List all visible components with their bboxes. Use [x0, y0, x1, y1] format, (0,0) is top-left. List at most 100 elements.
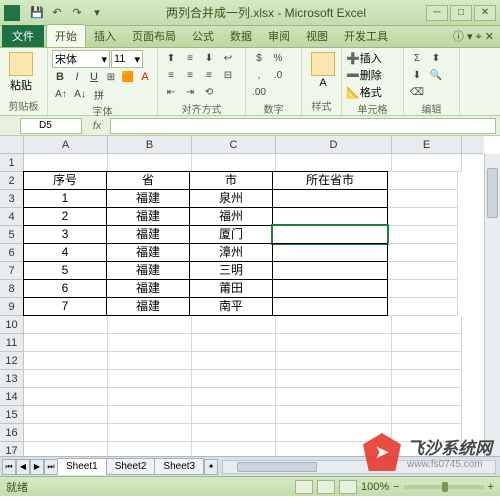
cell[interactable]: 福建	[106, 279, 190, 298]
cells-area[interactable]: 序号省市所在省市1福建泉州2福建福州3福建厦门4福建漳州5福建三明6福建莆田7福…	[24, 154, 484, 456]
sort-button[interactable]: ⬍	[427, 50, 445, 66]
row-header[interactable]: 1	[0, 154, 23, 172]
cell[interactable]	[108, 334, 192, 352]
cell[interactable]: 泉州	[189, 189, 273, 208]
cell[interactable]	[272, 243, 388, 262]
insert-button[interactable]: ➕插入	[346, 50, 399, 66]
new-sheet-button[interactable]: ✦	[204, 459, 218, 475]
delete-button[interactable]: ➖删除	[346, 67, 399, 83]
cell[interactable]: 7	[23, 297, 107, 316]
cell[interactable]	[192, 154, 276, 172]
cell[interactable]	[272, 297, 388, 316]
row-header[interactable]: 9	[0, 298, 23, 316]
format-button[interactable]: 📐格式	[346, 84, 399, 100]
align-left-button[interactable]: ≡	[162, 67, 180, 83]
sheet-tab[interactable]: Sheet2	[106, 458, 156, 475]
cell[interactable]	[276, 388, 392, 406]
align-center-button[interactable]: ≡	[181, 67, 199, 83]
percent-button[interactable]: %	[269, 50, 287, 66]
row-header[interactable]: 3	[0, 190, 23, 208]
row-header[interactable]: 15	[0, 406, 23, 424]
cell[interactable]	[24, 316, 108, 334]
sheet-prev-button[interactable]: ◀	[16, 459, 30, 475]
tab-review[interactable]: 审阅	[260, 25, 298, 47]
sheet-next-button[interactable]: ▶	[30, 459, 44, 475]
row-header[interactable]: 7	[0, 262, 23, 280]
save-icon[interactable]: 💾	[28, 4, 46, 22]
cell[interactable]	[276, 154, 392, 172]
cell[interactable]	[392, 154, 462, 172]
cell[interactable]	[108, 424, 192, 442]
cell[interactable]: 福建	[106, 261, 190, 280]
font-size-combo[interactable]: 11▾	[111, 50, 143, 68]
qat-more-icon[interactable]: ▾	[88, 4, 106, 22]
cell[interactable]	[108, 316, 192, 334]
redo-icon[interactable]: ↷	[68, 4, 86, 22]
row-header[interactable]: 12	[0, 352, 23, 370]
cell[interactable]: 1	[23, 189, 107, 208]
cell[interactable]	[192, 370, 276, 388]
bold-button[interactable]: B	[52, 69, 68, 85]
row-header[interactable]: 17	[0, 442, 23, 456]
cell[interactable]	[24, 406, 108, 424]
row-header[interactable]: 14	[0, 388, 23, 406]
cell[interactable]	[392, 352, 462, 370]
cell[interactable]: 南平	[189, 297, 273, 316]
fill-color-button[interactable]: 🟧	[120, 69, 136, 85]
cell[interactable]	[108, 352, 192, 370]
phonetic-button[interactable]: 拼	[90, 86, 108, 102]
tab-layout[interactable]: 页面布局	[124, 25, 184, 47]
cell[interactable]	[388, 190, 458, 208]
cell[interactable]: 3	[23, 225, 107, 244]
cell[interactable]	[388, 226, 458, 244]
select-all-corner[interactable]	[0, 136, 24, 154]
cell[interactable]	[388, 172, 458, 190]
maximize-button[interactable]: □	[450, 5, 472, 21]
cell[interactable]	[392, 388, 462, 406]
cell[interactable]	[276, 352, 392, 370]
align-right-button[interactable]: ≡	[200, 67, 218, 83]
find-button[interactable]: 🔍	[427, 67, 445, 83]
row-header[interactable]: 2	[0, 172, 23, 190]
minimize-button[interactable]: ─	[426, 5, 448, 21]
cell[interactable]	[388, 208, 458, 226]
fx-icon[interactable]: fx	[88, 118, 106, 134]
indent-dec-button[interactable]: ⇤	[162, 84, 180, 100]
row-header[interactable]: 10	[0, 316, 23, 334]
grow-font-button[interactable]: A↑	[52, 86, 70, 102]
align-mid-button[interactable]: ≡	[181, 50, 199, 66]
cell[interactable]	[108, 406, 192, 424]
cell[interactable]	[392, 316, 462, 334]
vscroll-thumb[interactable]	[487, 168, 498, 218]
cell[interactable]	[272, 225, 388, 244]
help-icon[interactable]: ⓘ ▾ ⌖ ✕	[447, 25, 500, 47]
font-color-button[interactable]: A	[137, 69, 153, 85]
cell[interactable]: 福建	[106, 225, 190, 244]
zoom-thumb[interactable]	[442, 482, 448, 492]
cell[interactable]	[272, 207, 388, 226]
tab-developer[interactable]: 开发工具	[336, 25, 396, 47]
cell[interactable]: 福建	[106, 189, 190, 208]
zoom-slider[interactable]	[404, 485, 484, 489]
cell[interactable]: 三明	[189, 261, 273, 280]
name-box[interactable]: D5	[20, 118, 82, 134]
cell[interactable]	[388, 280, 458, 298]
border-button[interactable]: ⊞	[103, 69, 119, 85]
zoom-in-button[interactable]: +	[488, 481, 494, 493]
italic-button[interactable]: I	[69, 69, 85, 85]
clear-button[interactable]: ⌫	[408, 84, 426, 100]
fill-button[interactable]: ⬇	[408, 67, 426, 83]
font-name-combo[interactable]: 宋体▾	[52, 50, 110, 68]
tab-formula[interactable]: 公式	[184, 25, 222, 47]
cell[interactable]	[24, 388, 108, 406]
cell[interactable]: 省	[106, 171, 190, 190]
cell[interactable]: 福建	[106, 207, 190, 226]
sheet-first-button[interactable]: ⏮	[2, 459, 16, 475]
col-header[interactable]: E	[392, 136, 462, 153]
cell[interactable]	[276, 406, 392, 424]
orientation-button[interactable]: ⟲	[200, 84, 218, 100]
sheet-tab[interactable]: Sheet1	[57, 458, 107, 475]
wrap-button[interactable]: ↩	[219, 50, 237, 66]
cell[interactable]	[192, 316, 276, 334]
cell[interactable]	[388, 298, 458, 316]
